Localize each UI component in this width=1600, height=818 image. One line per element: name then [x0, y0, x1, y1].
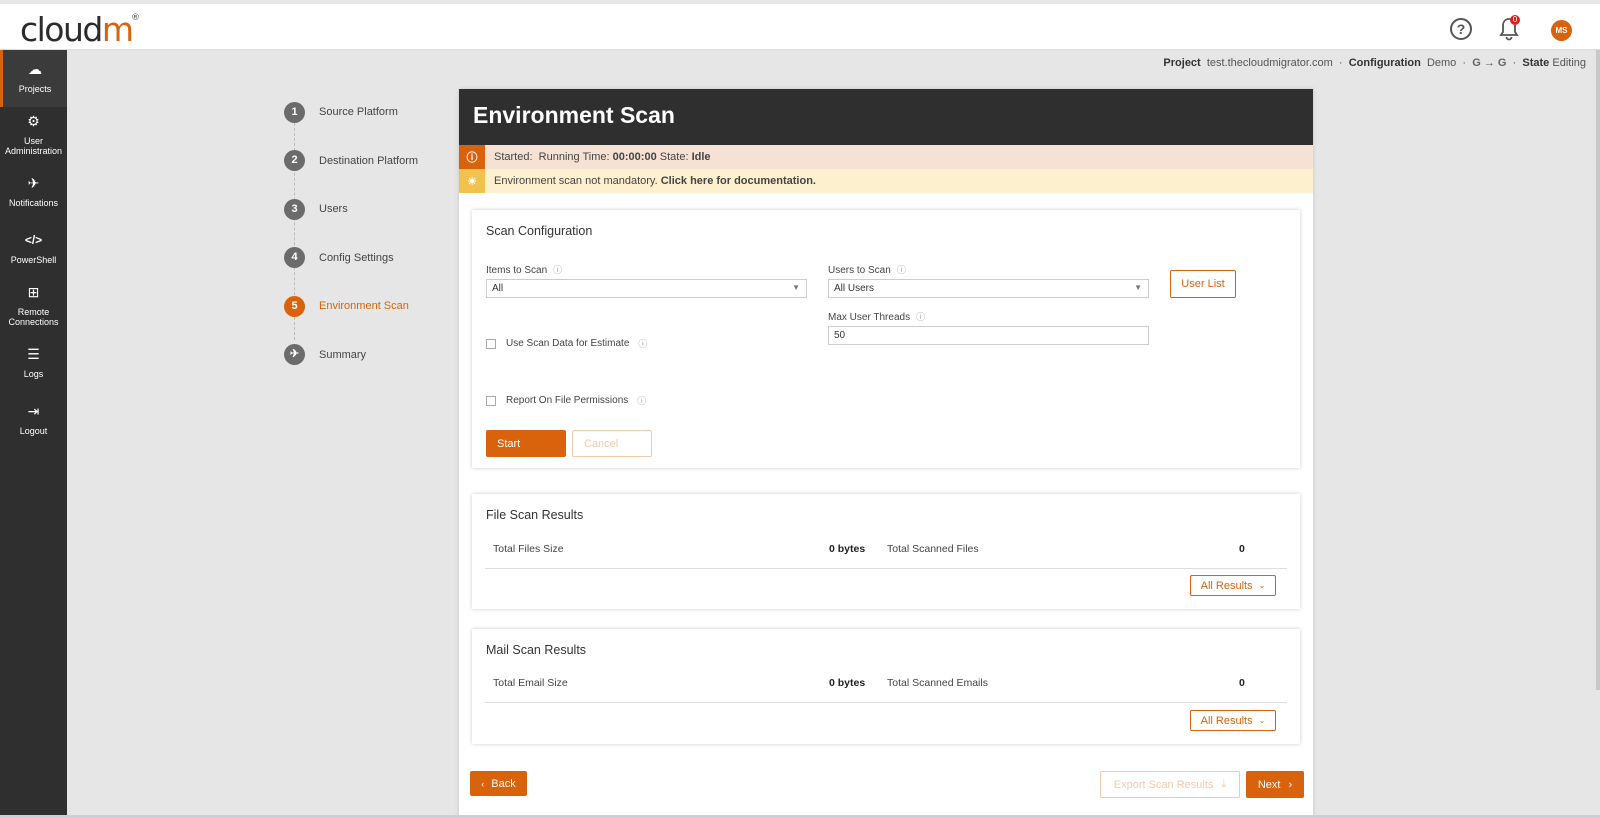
export-scan-results-button[interactable]: Export Scan Results ⤓ [1100, 771, 1240, 798]
report-file-permissions-checkbox[interactable]: Report On File Permissions ⓘ [486, 394, 646, 407]
window-edge [1596, 50, 1600, 690]
file-scan-results-card: File Scan Results Total Files Size 0 byt… [472, 494, 1300, 609]
total-scanned-files-value: 0 [1239, 543, 1245, 555]
back-button[interactable]: ‹ Back [470, 771, 527, 796]
notifications-bell[interactable]: 0 [1498, 15, 1522, 43]
google-icon: G [1472, 57, 1481, 69]
total-files-size-label: Total Files Size [493, 543, 564, 555]
total-email-size-label: Total Email Size [493, 677, 568, 689]
info-icon[interactable]: ⓘ [638, 337, 647, 350]
cancel-button[interactable]: Cancel [572, 430, 652, 457]
step-destination-platform[interactable]: 2 Destination Platform [284, 137, 444, 186]
sitemap-icon: ⊞ [27, 283, 40, 300]
step-users[interactable]: 3 Users [284, 185, 444, 234]
step-environment-scan[interactable]: 5 Environment Scan [284, 282, 444, 331]
mail-all-results-button[interactable]: All Results ⌄ [1190, 710, 1276, 731]
chevron-left-icon: ‹ [481, 778, 485, 789]
environment-scan-panel: Environment Scan ⓘ Started: Running Time… [459, 89, 1313, 818]
next-button[interactable]: Next › [1246, 771, 1304, 798]
users-to-scan-label: Users to Scan ⓘ [828, 265, 906, 276]
paper-plane-icon: ✈ [284, 344, 305, 366]
total-email-size-value: 0 bytes [829, 677, 866, 689]
step-config-settings[interactable]: 4 Config Settings [284, 234, 444, 283]
use-scan-data-checkbox[interactable]: Use Scan Data for Estimate ⓘ [486, 337, 647, 350]
google-icon: G [1497, 57, 1507, 69]
step-source-platform[interactable]: 1 Source Platform [284, 88, 444, 137]
chevron-down-icon: ⌄ [1258, 716, 1266, 725]
user-avatar[interactable]: MS [1551, 20, 1572, 41]
gear-icon: ⚙ [27, 112, 40, 129]
scan-configuration-card: Scan Configuration Items to Scan ⓘ All ▼ U… [472, 210, 1300, 468]
info-icon[interactable]: ⓘ [553, 265, 562, 275]
user-list-button[interactable]: User List [1170, 270, 1236, 298]
divider [485, 568, 1287, 569]
download-icon: ⤓ [1221, 778, 1227, 790]
documentation-link[interactable]: Click here for documentation. [661, 175, 816, 187]
paper-plane-icon: ✈ [27, 174, 40, 191]
notification-badge: 0 [1510, 15, 1520, 25]
total-files-size-value: 0 bytes [829, 543, 866, 555]
sidebar-item-projects[interactable]: ☁ Projects [0, 50, 67, 107]
start-button[interactable]: Start [486, 430, 566, 457]
info-icon: ⓘ [459, 145, 485, 169]
divider [485, 702, 1287, 703]
list-icon: ☰ [27, 345, 40, 362]
chevron-down-icon: ⌄ [1258, 581, 1266, 590]
breadcrumb: Project test.thecloudmigrator.com · Conf… [1163, 57, 1586, 69]
mail-scan-results-title: Mail Scan Results [486, 643, 587, 657]
cloud-icon: ☁ [28, 60, 42, 77]
file-scan-results-title: File Scan Results [486, 508, 584, 522]
info-icon[interactable]: ⓘ [916, 312, 925, 322]
chevron-right-icon: › [1288, 778, 1293, 791]
documentation-notice: ☀ Environment scan not mandatory. Click … [459, 169, 1313, 193]
total-scanned-emails-value: 0 [1239, 677, 1245, 689]
file-all-results-button[interactable]: All Results ⌄ [1190, 575, 1276, 596]
help-icon[interactable]: ? [1450, 18, 1472, 40]
max-user-threads-input[interactable]: 50 [828, 326, 1149, 345]
sidebar: ☁ Projects ⚙ User Administration ✈ Notifica… [0, 50, 67, 818]
code-icon: </> [24, 232, 43, 247]
sidebar-item-notifications[interactable]: ✈ Notifications [0, 164, 67, 221]
step-summary[interactable]: ✈ Summary [284, 331, 444, 380]
sidebar-item-logs[interactable]: ☰ Logs [0, 335, 67, 392]
sidebar-item-logout[interactable]: ⇥ Logout [0, 392, 67, 449]
sidebar-item-user-administration[interactable]: ⚙ User Administration [0, 107, 67, 164]
total-scanned-files-label: Total Scanned Files [887, 543, 979, 555]
chevron-down-icon: ▼ [1134, 283, 1142, 292]
status-bar: ⓘ Started: Running Time: 00:00:00 State:… [459, 145, 1313, 169]
users-to-scan-select[interactable]: All Users ▼ [828, 279, 1149, 298]
sidebar-item-powershell[interactable]: </> PowerShell [0, 221, 67, 278]
items-to-scan-label: Items to Scan ⓘ [486, 265, 563, 276]
logout-icon: ⇥ [27, 402, 40, 419]
sidebar-item-remote-connections[interactable]: ⊞ Remote Connections [0, 278, 67, 335]
lightbulb-icon: ☀ [459, 169, 485, 193]
info-icon[interactable]: ⓘ [897, 265, 906, 275]
mail-scan-results-card: Mail Scan Results Total Email Size 0 byt… [472, 629, 1300, 744]
page-title: Environment Scan [459, 89, 1313, 145]
scan-configuration-title: Scan Configuration [486, 224, 593, 238]
chevron-down-icon: ▼ [792, 283, 800, 292]
top-bar: cloudm ® ? 0 MS [0, 4, 1600, 50]
max-user-threads-label: Max User Threads ⓘ [828, 312, 926, 323]
wizard-steps: 1 Source Platform 2 Destination Platform 3… [284, 88, 444, 379]
info-icon[interactable]: ⓘ [637, 394, 646, 407]
cloudm-logo[interactable]: cloudm ® [20, 10, 140, 49]
items-to-scan-select[interactable]: All ▼ [486, 279, 807, 298]
total-scanned-emails-label: Total Scanned Emails [887, 677, 988, 689]
